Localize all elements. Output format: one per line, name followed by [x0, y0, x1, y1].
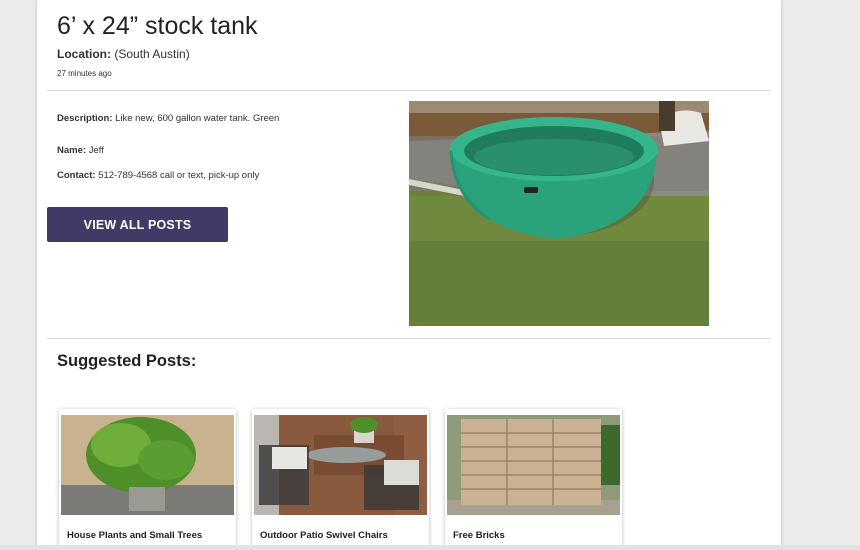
suggested-post-card[interactable]: Outdoor Patio Swivel Chairs: [252, 409, 429, 550]
location-label: Location:: [57, 47, 111, 61]
stock-tank-photo: [409, 101, 709, 326]
page-bottom-strip: [0, 545, 860, 550]
divider: [47, 90, 771, 91]
patio-chairs-thumbnail: [254, 415, 427, 515]
post-name: Name: Jeff: [57, 145, 104, 156]
description-label: Description:: [57, 113, 113, 124]
suggested-post-card[interactable]: Free Bricks: [445, 409, 622, 550]
suggested-post-card[interactable]: House Plants and Small Trees: [59, 409, 236, 550]
post-location: Location: (South Austin): [57, 47, 190, 61]
suggested-posts-heading: Suggested Posts:: [57, 352, 197, 370]
location-value: (South Austin): [114, 47, 190, 61]
view-all-posts-button[interactable]: VIEW ALL POSTS: [47, 207, 228, 242]
suggested-post-title: House Plants and Small Trees: [67, 530, 203, 541]
post-timestamp: 27 minutes ago: [57, 69, 112, 78]
post-card: 6’ x 24” stock tank Location: (South Aus…: [37, 0, 781, 550]
name-label: Name:: [57, 145, 87, 156]
divider: [47, 338, 771, 339]
description-value: Like new, 600 gallon water tank. Green: [115, 113, 280, 124]
post-title: 6’ x 24” stock tank: [57, 12, 258, 40]
name-value: Jeff: [88, 145, 104, 156]
suggested-post-title: Outdoor Patio Swivel Chairs: [260, 530, 388, 541]
plants-thumbnail: [61, 415, 234, 515]
suggested-post-title: Free Bricks: [453, 530, 505, 541]
contact-value: 512-789-4568 call or text, pick-up only: [98, 170, 260, 181]
post-contact: Contact: 512-789-4568 call or text, pick…: [57, 170, 259, 181]
bricks-thumbnail: [447, 415, 620, 515]
post-description: Description: Like new, 600 gallon water …: [57, 113, 279, 124]
contact-label: Contact:: [57, 170, 96, 181]
